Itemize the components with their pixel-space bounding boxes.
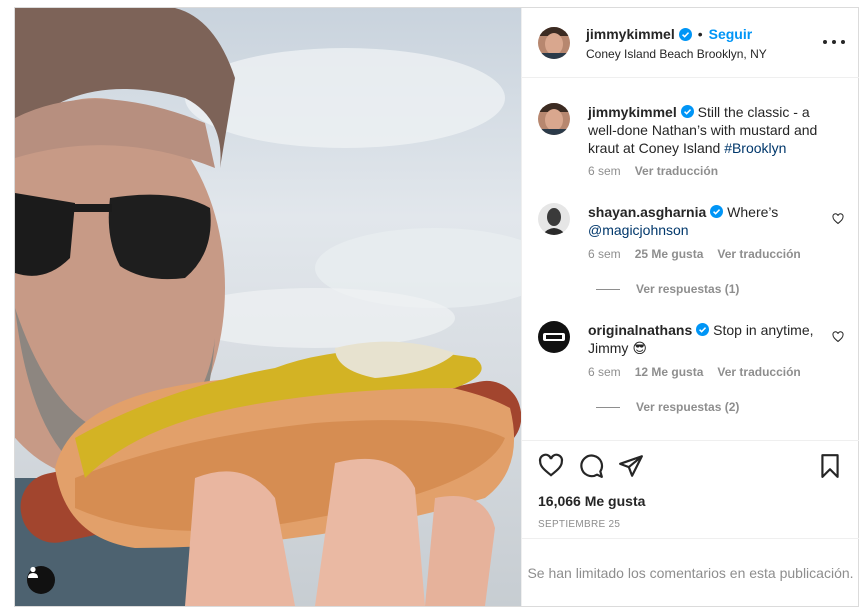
comment-text: originalnathans Stop in anytime, Jimmy 😎 <box>588 321 828 357</box>
user-tag-icon <box>28 566 38 578</box>
comments-list[interactable]: jimmykimmel Still the classic - a well-d… <box>522 79 859 439</box>
replies-line <box>596 406 620 408</box>
comment-likes[interactable]: 12 Me gusta <box>635 365 704 379</box>
more-options-icon[interactable] <box>823 34 845 50</box>
view-replies-button[interactable]: Ver respuestas (1) <box>596 282 739 296</box>
post-dialog: jimmykimmel • Seguir Coney Island Beach … <box>14 7 859 607</box>
comment-time[interactable]: 6 sem <box>588 247 621 261</box>
author-username[interactable]: jimmykimmel <box>586 26 675 42</box>
caption-time[interactable]: 6 sem <box>588 164 621 178</box>
separator-dot: • <box>697 26 703 42</box>
comment-translate-button[interactable]: Ver traducción <box>717 247 800 261</box>
caption-avatar[interactable] <box>538 103 570 135</box>
mention-link[interactable]: @magicjohnson <box>588 222 689 238</box>
comment-username[interactable]: shayan.asgharnia <box>588 204 706 220</box>
comment-text: shayan.asgharnia Where’s @magicjohnson <box>588 203 828 239</box>
author-avatar[interactable] <box>538 27 570 59</box>
comment-likes[interactable]: 25 Me gusta <box>635 247 704 261</box>
post-photo[interactable] <box>15 8 521 606</box>
post-header-user: jimmykimmel • Seguir <box>586 26 752 42</box>
photo-illustration <box>15 8 521 606</box>
comment-meta: 6 sem 25 Me gusta Ver traducción <box>588 247 801 261</box>
heart-icon[interactable] <box>832 331 844 343</box>
heart-icon[interactable] <box>832 213 844 225</box>
view-replies-button[interactable]: Ver respuestas (2) <box>596 400 739 414</box>
comment-body: Where’s <box>727 204 779 220</box>
bookmark-icon[interactable] <box>817 453 843 479</box>
view-replies-label: Ver respuestas (2) <box>636 400 740 414</box>
replies-line <box>596 288 620 290</box>
caption-meta: 6 sem Ver traducción <box>588 164 718 178</box>
view-replies-label: Ver respuestas (1) <box>636 282 740 296</box>
caption-translate-button[interactable]: Ver traducción <box>635 164 718 178</box>
share-icon[interactable] <box>618 453 644 479</box>
comment-meta: 6 sem 12 Me gusta Ver traducción <box>588 365 801 379</box>
heart-icon[interactable] <box>538 453 564 479</box>
user-tag-button[interactable] <box>27 566 55 594</box>
commenter-avatar[interactable] <box>538 321 570 353</box>
emoji: 😎 <box>632 340 647 356</box>
commenter-avatar[interactable] <box>538 203 570 235</box>
comment-username[interactable]: originalnathans <box>588 322 692 338</box>
comment-translate-button[interactable]: Ver traducción <box>717 365 800 379</box>
verified-badge-icon <box>696 323 710 336</box>
caption-text: jimmykimmel Still the classic - a well-d… <box>588 103 828 157</box>
verified-badge-icon <box>678 27 692 41</box>
caption-username[interactable]: jimmykimmel <box>588 104 677 120</box>
post-side-panel: jimmykimmel • Seguir Coney Island Beach … <box>521 8 859 606</box>
post-header: jimmykimmel • Seguir Coney Island Beach … <box>522 8 859 78</box>
comments-limited-notice: Se han limitado los comentarios en esta … <box>522 538 859 606</box>
comment-icon[interactable] <box>578 453 604 479</box>
follow-button[interactable]: Seguir <box>709 26 753 42</box>
post-date[interactable]: SEPTIEMBRE 25 <box>538 519 620 530</box>
hashtag-link[interactable]: #Brooklyn <box>724 140 786 156</box>
verified-badge-icon <box>680 105 694 118</box>
likes-count[interactable]: 16,066 Me gusta <box>538 493 645 509</box>
comment-time[interactable]: 6 sem <box>588 365 621 379</box>
post-location[interactable]: Coney Island Beach Brooklyn, NY <box>586 47 767 61</box>
verified-badge-icon <box>710 205 724 218</box>
